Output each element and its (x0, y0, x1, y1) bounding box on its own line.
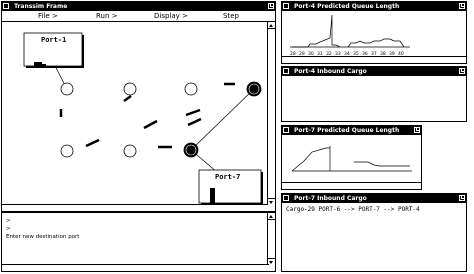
port-4-cargo-title: Port-4 Inbound Cargo (294, 68, 367, 75)
port-node[interactable] (123, 82, 137, 96)
ship-icon[interactable] (123, 94, 132, 103)
window-menu-icon[interactable] (283, 127, 289, 133)
resize-icon[interactable] (459, 68, 465, 74)
window-menu-icon[interactable] (283, 3, 289, 9)
queue-line (347, 38, 405, 48)
console-window: > > Enter new destination port (1, 212, 276, 272)
port-1-queue-bar (34, 62, 42, 66)
port-node[interactable] (123, 144, 137, 158)
port-4-queue-title: Port-4 Predicted Queue Length (294, 3, 400, 10)
port-7-cargo-list[interactable]: Cargo-29 PORT-6 --> PORT-7 --> PORT-4 (286, 206, 420, 213)
ship-icon[interactable] (85, 138, 100, 148)
queue-line (354, 161, 410, 167)
menu-step[interactable]: Step (223, 11, 239, 21)
ship-icon[interactable] (185, 108, 201, 117)
main-title: Transsim Frame (14, 3, 68, 10)
port-7-box[interactable]: Port-7 (198, 169, 263, 205)
window-menu-icon[interactable] (283, 68, 289, 74)
queue-line (291, 147, 330, 172)
resize-icon[interactable] (459, 195, 465, 201)
canvas-horizontal-scrollbar[interactable] (2, 204, 267, 211)
canvas-vertical-scrollbar[interactable] (267, 22, 275, 205)
console-line: > (6, 226, 11, 232)
scroll-down-icon[interactable] (268, 258, 275, 265)
port-7-queue-title: Port-7 Predicted Queue Length (294, 127, 400, 134)
console-horizontal-scrollbar[interactable] (2, 264, 269, 271)
ship-icon[interactable] (143, 119, 158, 130)
simulation-canvas[interactable]: Port-1 Port-7 (2, 22, 265, 213)
queue-line (292, 14, 341, 48)
console-prompt[interactable]: Enter new destination port (6, 234, 79, 240)
menu-run[interactable]: Run > (96, 11, 118, 21)
console-vertical-scrollbar[interactable] (267, 213, 275, 265)
menu-display[interactable]: Display > (154, 11, 188, 21)
port-7-queue-title-bar[interactable]: Port-7 Predicted Queue Length (282, 126, 421, 135)
main-window: Transsim Frame File > Run > Display > St… (1, 1, 276, 212)
resize-icon[interactable] (268, 3, 274, 9)
port-node[interactable] (60, 144, 74, 158)
port-4-queue-window: Port-4 Predicted Queue Length 28 29 30 3… (281, 1, 467, 64)
port-7-label: Port-7 (215, 173, 240, 181)
menu-file[interactable]: File > (38, 11, 58, 21)
port-7-queue-bar (210, 188, 215, 203)
main-title-bar[interactable]: Transsim Frame (2, 2, 275, 11)
port-7-queue-graph (291, 146, 412, 172)
port-4-queue-scrollbar[interactable] (282, 56, 466, 63)
window-menu-icon[interactable] (3, 3, 9, 9)
scroll-up-icon[interactable] (268, 22, 275, 29)
menu-bar: File > Run > Display > Step (2, 11, 275, 22)
window-menu-icon[interactable] (283, 195, 289, 201)
port-1-label: Port-1 (41, 36, 66, 44)
scroll-up-icon[interactable] (268, 213, 275, 220)
port-7-queue-window: Port-7 Predicted Queue Length (281, 125, 422, 190)
port-4-cargo-title-bar[interactable]: Port-4 Inbound Cargo (282, 67, 466, 76)
scroll-down-icon[interactable] (268, 198, 275, 205)
port-node[interactable] (184, 82, 198, 96)
resize-icon[interactable] (414, 127, 420, 133)
port-4-cargo-window: Port-4 Inbound Cargo (281, 66, 467, 122)
console-line: > (6, 218, 11, 224)
resize-icon[interactable] (459, 3, 465, 9)
port-1-queue-bar (42, 64, 46, 66)
console-output: > > Enter new destination port (6, 217, 79, 241)
port-7-queue-scrollbar[interactable] (282, 182, 421, 189)
port-7-cargo-title: Port-7 Inbound Cargo (294, 195, 367, 202)
port-7-cargo-title-bar[interactable]: Port-7 Inbound Cargo (282, 194, 466, 203)
port-7-cargo-window: Port-7 Inbound Cargo Cargo-29 PORT-6 -->… (281, 193, 467, 272)
ship-icon[interactable] (187, 117, 202, 127)
port-4-queue-title-bar[interactable]: Port-4 Predicted Queue Length (282, 2, 466, 11)
port-4-queue-graph: 28 29 30 31 32 33 34 35 36 37 38 39 40 (290, 14, 410, 57)
port-node[interactable] (60, 82, 74, 96)
port-1-box[interactable]: Port-1 (23, 32, 84, 68)
